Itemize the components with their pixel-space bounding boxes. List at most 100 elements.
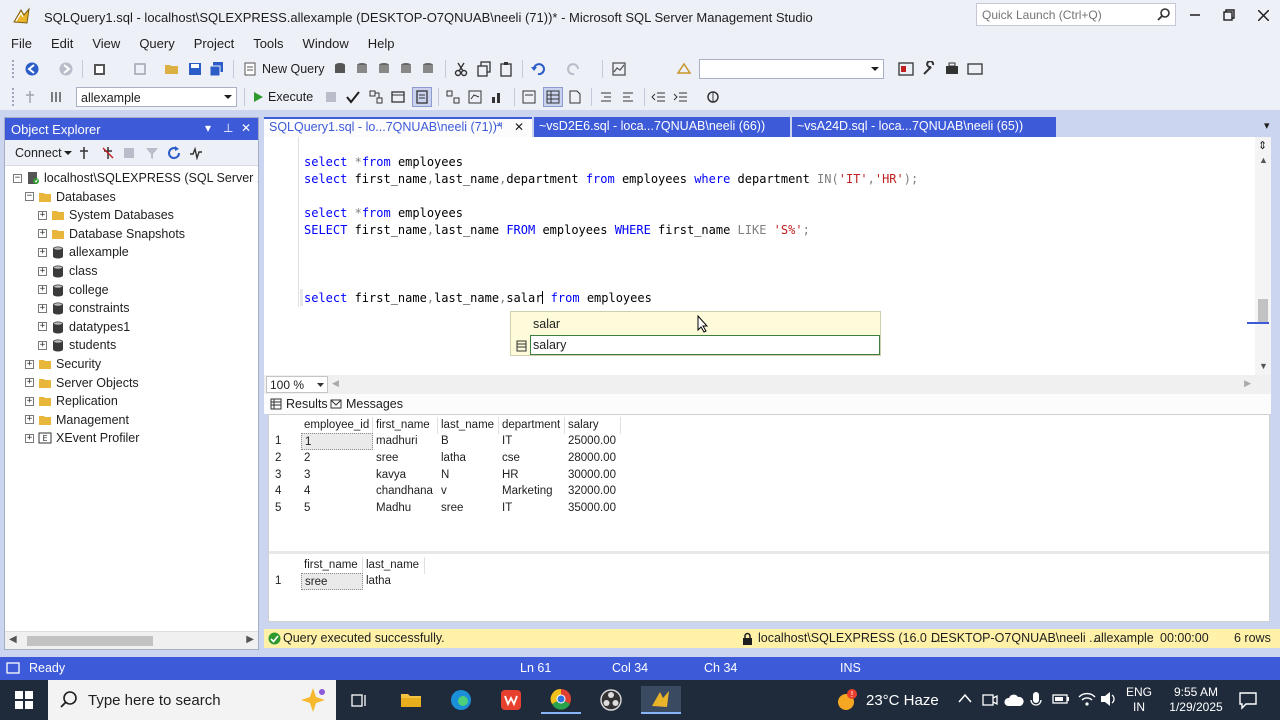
column-header[interactable]: department [499,417,565,434]
grid-cell[interactable]: chandhana [376,483,441,500]
cut-button[interactable] [453,59,469,79]
close-button[interactable] [1248,4,1278,26]
edge-button[interactable] [441,686,481,714]
save-button[interactable] [187,59,203,79]
panel-close-icon[interactable]: ✕ [241,121,251,135]
grid-cell[interactable]: latha [366,573,428,590]
grid-cell[interactable]: cse [502,450,568,467]
solution-config-button[interactable] [676,59,692,79]
menu-tools[interactable]: Tools [253,33,283,55]
tree-item[interactable]: − Databases [25,188,116,206]
grid-cell[interactable]: 28000.00 [568,450,624,467]
expand-icon[interactable]: + [38,247,47,257]
solution-platform-combo[interactable] [699,59,884,79]
scroll-left-icon[interactable]: ◀ [332,378,339,389]
panel-menu-dropdown-icon[interactable]: ▾ [205,121,211,135]
expand-icon[interactable]: + [25,378,34,388]
microphone-icon[interactable] [1030,691,1042,709]
quick-launch-box[interactable] [976,3,1176,26]
weather-sun-icon[interactable]: ! [834,688,858,712]
toolbar-grip[interactable] [12,60,16,78]
tab-messages[interactable]: Messages [330,397,403,411]
wps-office-button[interactable] [491,686,531,714]
ssms-taskbar-button[interactable] [641,686,681,714]
grid-cell[interactable]: sree [441,500,502,517]
tree-item[interactable]: + Database Snapshots [38,225,185,243]
expand-icon[interactable]: + [25,396,34,406]
analysis-query-button[interactable] [354,59,370,79]
results-to-grid-button[interactable] [543,87,563,107]
template-explorer-button[interactable] [898,59,914,79]
back-button[interactable] [24,59,40,79]
scroll-up-icon[interactable]: ▲ [1259,155,1268,165]
activity-monitor-button[interactable] [611,59,627,79]
grid-cell[interactable]: B [441,433,502,450]
tree-item[interactable]: + class [38,262,97,280]
dax-query-button[interactable] [420,59,436,79]
stop-button[interactable] [123,143,135,163]
battery-icon[interactable] [1052,693,1070,705]
disconnect-button[interactable] [101,143,115,163]
grid-cell[interactable]: IT [502,433,568,450]
toolbar-grip[interactable] [12,88,16,106]
expand-icon[interactable]: + [38,266,47,276]
increase-indent-button[interactable] [673,87,689,107]
new-project-button[interactable] [92,59,108,79]
search-icon[interactable] [1157,7,1171,21]
scrollbar-thumb[interactable] [27,636,153,646]
grid-cell[interactable]: 25000.00 [568,433,624,450]
expand-icon[interactable]: + [38,322,47,332]
code-line[interactable]: select *from employees [304,206,463,223]
intellisense-item[interactable]: salar [533,317,560,331]
grid-cell[interactable]: 2 [304,450,376,467]
cancel-query-button[interactable] [325,87,337,107]
obs-button[interactable] [591,686,631,714]
collapse-icon[interactable]: − [13,173,22,183]
close-tab-icon[interactable]: ✕ [514,120,524,134]
restore-button[interactable] [1214,4,1244,26]
column-header[interactable]: last_name [438,417,499,434]
grid-cell[interactable]: IT [502,500,568,517]
start-button[interactable] [4,686,44,714]
grid-cell[interactable]: 32000.00 [568,483,624,500]
xmla-query-button[interactable] [398,59,414,79]
menu-help[interactable]: Help [368,33,395,55]
grid-cell[interactable]: HR [502,467,568,484]
undo-button[interactable] [530,59,546,79]
column-header[interactable]: employee_id [301,417,373,434]
scroll-left-icon[interactable]: ◀ [9,634,17,645]
chrome-button[interactable] [541,686,581,714]
parse-button[interactable] [346,87,360,107]
grid-cell[interactable]: Marketing [502,483,568,500]
tree-item[interactable]: + Management [25,411,129,429]
taskbar-search-box[interactable]: Type here to search [48,680,336,720]
tree-item[interactable]: + datatypes1 [38,318,130,336]
change-connection-button[interactable] [48,87,64,107]
code-line[interactable]: select first_name,last_name,department f… [304,172,918,189]
decrease-indent-button[interactable] [651,87,667,107]
available-databases-combo[interactable]: allexample [76,87,237,107]
copy-button[interactable] [476,59,492,79]
pin-tab-icon[interactable]: ⊣ [494,121,503,132]
paste-button[interactable] [498,59,514,79]
activity-monitor-button[interactable] [189,143,203,163]
onedrive-cloud-icon[interactable] [1004,693,1024,707]
estimated-plan-button[interactable] [368,87,384,107]
grid-cell[interactable]: sree [301,573,363,590]
volume-icon[interactable] [1100,691,1118,707]
grid-cell[interactable]: v [441,483,502,500]
toolbox-button[interactable] [944,59,960,79]
taskbar-clock[interactable]: 9:55 AM 1/29/2025 [1165,685,1227,715]
wifi-icon[interactable] [1078,691,1096,707]
minimize-button[interactable] [1180,4,1210,26]
file-explorer-button[interactable] [391,686,431,714]
tree-item[interactable]: + students [38,336,116,354]
collapse-icon[interactable]: − [25,192,34,202]
zoom-combo[interactable]: 100 % [266,376,328,393]
column-header[interactable]: salary [565,417,621,434]
grid-cell[interactable]: 3 [304,467,376,484]
tab-overflow-dropdown-icon[interactable]: ▾ [1264,119,1270,132]
column-header[interactable]: last_name [363,557,425,574]
grid-splitter[interactable] [269,551,1269,554]
grid-cell[interactable]: madhuri [376,433,441,450]
